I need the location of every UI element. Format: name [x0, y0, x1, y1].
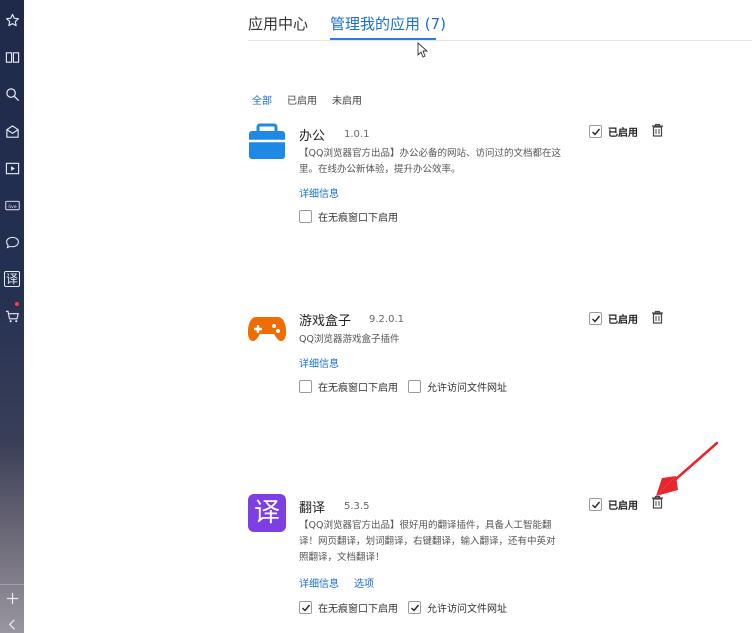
file-access-checkbox[interactable]: 允许访问文件网址 [408, 600, 507, 615]
app-description: 【QQ浏览器官方出品】很好用的翻译插件，具备人工智能翻译！网页翻译，划词翻译，右… [299, 520, 556, 563]
tab-manage-apps[interactable]: 管理我的应用 (7) [330, 13, 446, 34]
filter-disabled[interactable]: 未启用 [332, 92, 362, 107]
app-name: 翻译 [299, 501, 326, 516]
checkbox-box[interactable] [299, 210, 312, 223]
enabled-checkbox[interactable]: 已启用 [589, 497, 638, 512]
search-icon[interactable] [0, 82, 24, 106]
checkbox-box[interactable] [589, 312, 602, 325]
book-icon[interactable] [0, 45, 24, 69]
checkbox-box[interactable] [408, 601, 421, 614]
app-name: 办公 [299, 129, 326, 144]
tab-bar: 应用中心 管理我的应用 (7) [248, 0, 752, 41]
cart-icon[interactable] [0, 304, 24, 328]
app-card-game-box: 游戏盒子 9.2.0.1 QQ浏览器游戏盒子插件 详细信息 在无痕窗口下启用 允… [248, 310, 748, 400]
details-link[interactable]: 详细信息 [299, 575, 339, 590]
tab-app-center[interactable]: 应用中心 [248, 13, 308, 34]
checkbox-box[interactable] [589, 125, 602, 138]
notification-dot [15, 302, 19, 306]
incognito-checkbox[interactable]: 在无痕窗口下启用 [299, 209, 398, 224]
incognito-checkbox[interactable]: 在无痕窗口下启用 [299, 379, 398, 394]
svg-text:live: live [8, 203, 16, 209]
trash-icon[interactable] [651, 123, 664, 137]
filter-enabled[interactable]: 已启用 [287, 92, 317, 107]
translate-icon[interactable]: 译 [0, 267, 24, 291]
gamepad-icon [248, 317, 286, 341]
active-tab-underline [330, 38, 436, 40]
back-icon[interactable] [0, 612, 24, 633]
mouse-cursor-icon [417, 42, 428, 58]
chat-icon[interactable] [0, 230, 24, 254]
details-link[interactable]: 详细信息 [299, 355, 339, 370]
checkbox-box[interactable] [408, 380, 421, 393]
video-icon[interactable] [0, 156, 24, 180]
app-card-office: 办公 1.0.1 【QQ浏览器官方出品】办公必备的网站、访问过的文档都在这里。在… [248, 123, 748, 233]
app-card-translate: 译 翻译 5.3.5 【QQ浏览器官方出品】很好用的翻译插件，具备人工智能翻译！… [248, 494, 748, 619]
enabled-checkbox[interactable]: 已启用 [589, 311, 638, 326]
sidebar-divider [0, 584, 24, 585]
app-version: 5.3.5 [344, 501, 370, 512]
trash-icon[interactable] [651, 310, 664, 324]
filter-all[interactable]: 全部 [252, 92, 272, 107]
app-description: QQ浏览器游戏盒子插件 [299, 334, 400, 345]
left-sidebar: live 译 [0, 0, 24, 633]
app-description: 【QQ浏览器官方出品】办公必备的网站、访问过的文档都在这里。在线办公新体验，提升… [299, 148, 561, 175]
plus-icon[interactable] [0, 586, 24, 610]
translate-icon: 译 [248, 494, 286, 532]
live-icon[interactable]: live [0, 193, 24, 217]
mailbox-icon[interactable] [0, 119, 24, 143]
app-version: 1.0.1 [344, 129, 370, 140]
details-link[interactable]: 详细信息 [299, 185, 339, 200]
app-version: 9.2.0.1 [369, 314, 404, 325]
options-link[interactable]: 选项 [354, 575, 374, 590]
app-name: 游戏盒子 [299, 314, 352, 329]
checkbox-box[interactable] [589, 498, 602, 511]
incognito-checkbox[interactable]: 在无痕窗口下启用 [299, 600, 398, 615]
annotation-arrow-icon [656, 441, 719, 496]
briefcase-icon [249, 123, 285, 159]
checkbox-box[interactable] [299, 601, 312, 614]
star-icon[interactable] [0, 8, 24, 32]
trash-icon[interactable] [651, 495, 664, 509]
enabled-checkbox[interactable]: 已启用 [589, 124, 638, 139]
file-access-checkbox[interactable]: 允许访问文件网址 [408, 379, 507, 394]
checkbox-box[interactable] [299, 380, 312, 393]
